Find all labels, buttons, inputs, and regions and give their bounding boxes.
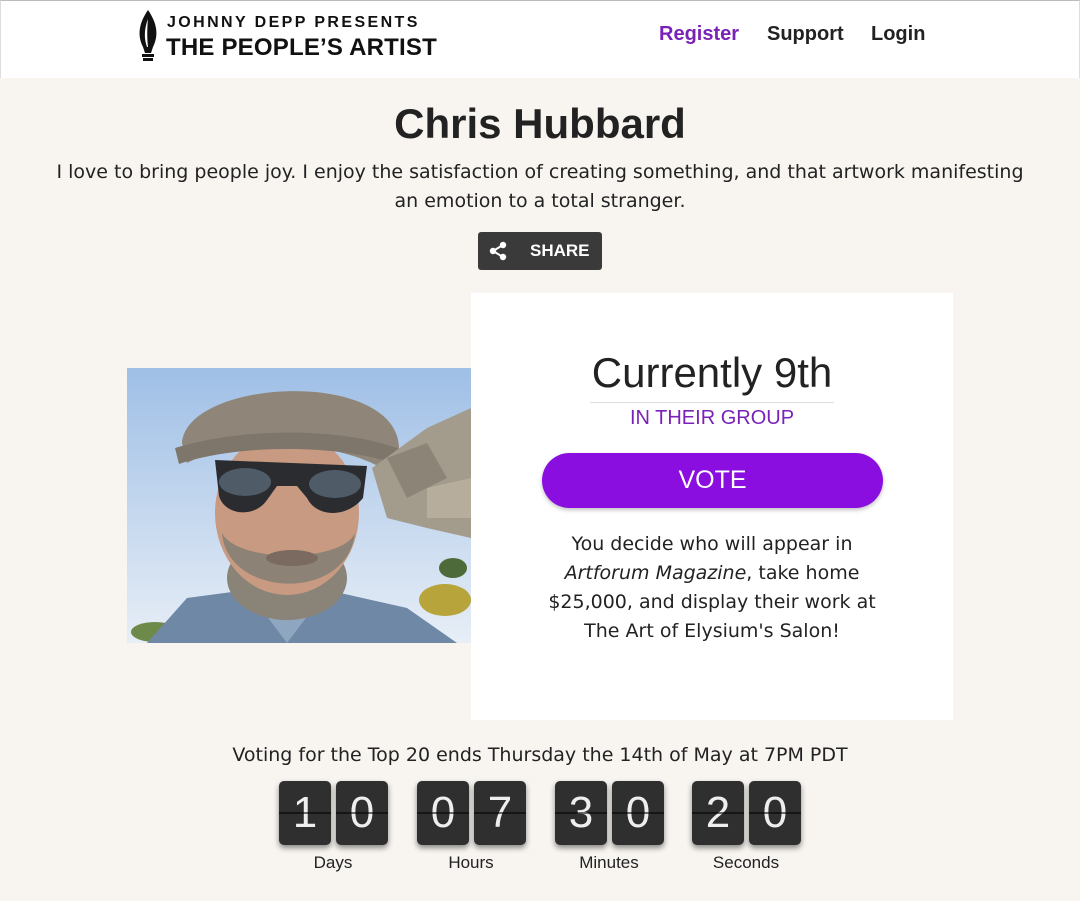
countdown-digit: 0: [417, 781, 469, 845]
countdown-seconds: 2 0 Seconds: [690, 781, 802, 881]
vote-card: Currently 9th IN THEIR GROUP VOTE You de…: [471, 293, 953, 720]
vote-description-part1: You decide who will appear in: [571, 533, 853, 555]
countdown-minutes-label: Minutes: [579, 853, 639, 872]
countdown-hours-label: Hours: [448, 853, 494, 872]
current-rank: Currently 9th: [591, 349, 833, 396]
vote-description-magazine: Artforum Magazine: [564, 562, 747, 584]
site-logo[interactable]: JOHNNY DEPP PRESENTS THE PEOPLE’S ARTIST: [135, 9, 455, 63]
voting-deadline-text: Voting for the Top 20 ends Thursday the …: [232, 744, 848, 766]
vote-button[interactable]: VOTE: [542, 453, 883, 508]
pen-nib-logo-icon: [139, 10, 157, 61]
logo-tagline: JOHNNY DEPP PRESENTS: [167, 14, 420, 31]
rank-divider: [590, 402, 834, 403]
countdown-digit: 0: [336, 781, 388, 845]
countdown-seconds-label: Seconds: [712, 853, 780, 872]
site-header: JOHNNY DEPP PRESENTS THE PEOPLE’S ARTIST…: [0, 0, 1080, 78]
vote-description: You decide who will appear in Artforum M…: [541, 530, 883, 646]
countdown-digit: 3: [555, 781, 607, 845]
artist-bio: I love to bring people joy. I enjoy the …: [56, 161, 1024, 212]
countdown-minutes: 3 0 Minutes: [553, 781, 665, 881]
nav-login-link[interactable]: Login: [871, 23, 925, 51]
group-label: IN THEIR GROUP: [629, 407, 795, 429]
nav-register-link[interactable]: Register: [659, 23, 739, 51]
countdown-digit: 0: [612, 781, 664, 845]
artist-name: Chris Hubbard: [394, 100, 686, 147]
countdown-digit: 7: [474, 781, 526, 845]
share-icon: [489, 241, 507, 261]
artist-photo: [127, 368, 471, 643]
countdown-days-label: Days: [313, 853, 353, 872]
countdown-hours: 0 7 Hours: [415, 781, 527, 881]
countdown-days: 1 0 Days: [277, 781, 389, 881]
countdown-digit: 1: [279, 781, 331, 845]
logo-title: THE PEOPLE’S ARTIST: [166, 34, 437, 61]
share-button-label: SHARE: [530, 241, 590, 260]
countdown-digit: 2: [692, 781, 744, 845]
countdown-digit: 0: [749, 781, 801, 845]
share-button[interactable]: SHARE: [478, 232, 602, 270]
nav-support-link[interactable]: Support: [767, 23, 844, 51]
vote-button-label: VOTE: [678, 466, 747, 494]
